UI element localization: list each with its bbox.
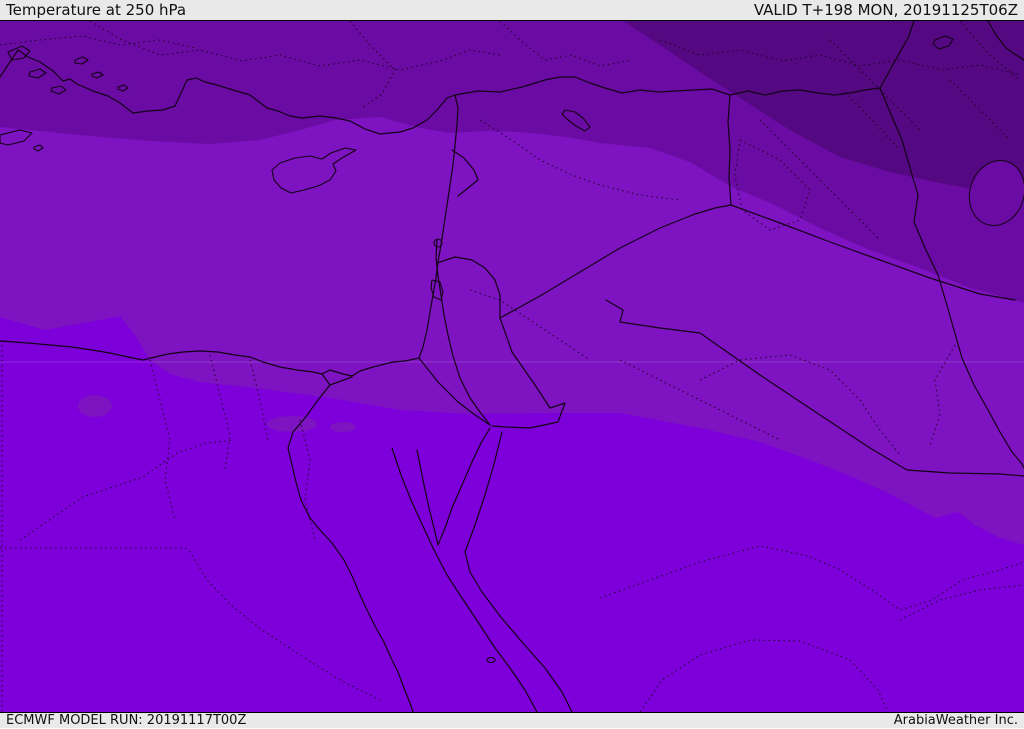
weather-map (0, 21, 1024, 712)
header-bar: Temperature at 250 hPa VALID T+198 MON, … (0, 0, 1024, 21)
mid-pocket-west (78, 395, 112, 417)
footer-bar: ECMWF MODEL RUN: 20191117T00Z ArabiaWeat… (0, 712, 1024, 728)
map-title: Temperature at 250 hPa (6, 0, 187, 19)
valid-time-label: VALID T+198 MON, 20191125T06Z (753, 0, 1018, 19)
mid-pocket-suez-a (267, 416, 317, 432)
brand-label: ArabiaWeather Inc. (893, 713, 1018, 728)
mid-pocket-suez-b (330, 422, 356, 432)
model-run-label: ECMWF MODEL RUN: 20191117T00Z (6, 713, 247, 728)
